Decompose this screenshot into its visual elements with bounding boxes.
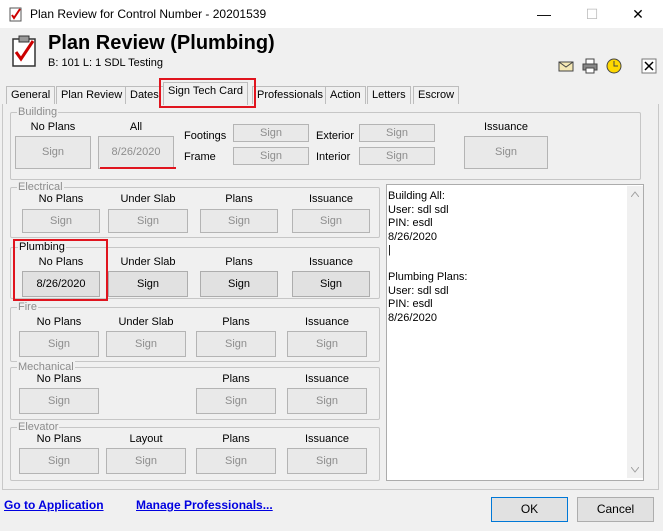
close-icon[interactable] [641,58,657,74]
fire-no-plans-sign-button[interactable]: Sign [19,331,99,357]
fire-plans-sign-button[interactable]: Sign [196,331,276,357]
building-no-plans-sign-button[interactable]: Sign [15,136,91,169]
maximize-button[interactable]: ☐ [569,0,615,28]
exterior-label: Exterior [316,130,354,142]
tab-escrow[interactable]: Escrow [413,86,460,104]
elevator-issuance-sign-button[interactable]: Sign [287,448,367,474]
tab-professionals[interactable]: Professionals [252,86,329,104]
go-to-application-link[interactable]: Go to Application [4,498,104,512]
scroll-down-icon[interactable] [631,467,639,473]
tab-dates[interactable]: Dates [125,86,164,104]
tab-letters[interactable]: Letters [367,86,411,104]
app-icon [9,7,22,22]
exterior-sign-button[interactable]: Sign [359,124,435,142]
close-window-button[interactable]: ✕ [615,0,661,28]
footings-label: Footings [184,130,227,142]
plumbing-under-slab-label: Under Slab [120,256,176,268]
fire-under-slab-label: Under Slab [118,316,174,328]
electrical-plans-sign-button[interactable]: Sign [200,209,278,233]
footings-sign-button[interactable]: Sign [233,124,309,142]
signature-notes-text: Building All: User: sdl sdl PIN: esdl 8/… [388,190,468,324]
manage-professionals-link[interactable]: Manage Professionals... [136,498,273,512]
fire-no-plans-label: No Plans [36,316,82,328]
mechanical-issuance-sign-button[interactable]: Sign [287,388,367,414]
plumbing-plans-label: Plans [225,256,253,268]
clock-icon[interactable] [606,58,622,74]
elevator-group-label: Elevator [17,421,60,433]
electrical-group-label: Electrical [17,181,64,193]
building-issuance-label: Issuance [483,121,529,133]
mechanical-group-label: Mechanical [17,361,75,373]
frame-sign-button[interactable]: Sign [233,147,309,165]
tab-general[interactable]: General [6,86,56,104]
minimize-button[interactable]: — [521,0,567,28]
highlight-box-tab [159,78,256,108]
elevator-plans-label: Plans [222,433,250,445]
fire-issuance-label: Issuance [304,316,350,328]
electrical-issuance-label: Issuance [308,193,354,205]
fire-issuance-sign-button[interactable]: Sign [287,331,367,357]
fire-under-slab-sign-button[interactable]: Sign [106,331,186,357]
electrical-no-plans-label: No Plans [38,193,84,205]
building-all-label: All [129,121,143,133]
page-title: Plan Review (Plumbing) [48,32,275,54]
elevator-plans-sign-button[interactable]: Sign [196,448,276,474]
electrical-plans-label: Plans [225,193,253,205]
fire-group-label: Fire [17,301,38,313]
cancel-button[interactable]: Cancel [577,497,654,522]
clipboard-check-icon [12,35,36,67]
interior-label: Interior [316,151,351,163]
page-subtitle: B: 101 L: 1 SDL Testing [48,57,163,69]
plumbing-under-slab-sign-button[interactable]: Sign [108,271,188,297]
elevator-no-plans-label: No Plans [36,433,82,445]
plumbing-issuance-label: Issuance [308,256,354,268]
ok-button[interactable]: OK [491,497,568,522]
electrical-under-slab-sign-button[interactable]: Sign [108,209,188,233]
elevator-layout-label: Layout [129,433,163,445]
electrical-no-plans-sign-button[interactable]: Sign [22,209,100,233]
plumbing-plans-sign-button[interactable]: Sign [200,271,278,297]
scroll-up-icon[interactable] [631,191,639,197]
building-group-label: Building [17,106,59,118]
elevator-no-plans-sign-button[interactable]: Sign [19,448,99,474]
mechanical-plans-sign-button[interactable]: Sign [196,388,276,414]
highlight-underline-building-all [100,167,176,169]
window-title: Plan Review for Control Number - 2020153… [30,7,267,21]
building-no-plans-label: No Plans [30,121,76,133]
highlight-box-plumbing [13,239,108,301]
mechanical-no-plans-label: No Plans [36,373,82,385]
tab-plan-review[interactable]: Plan Review [56,86,128,104]
electrical-issuance-sign-button[interactable]: Sign [292,209,370,233]
plumbing-issuance-sign-button[interactable]: Sign [292,271,370,297]
building-all-sign-button[interactable]: 8/26/2020 [98,136,174,169]
electrical-under-slab-label: Under Slab [120,193,176,205]
elevator-issuance-label: Issuance [304,433,350,445]
interior-sign-button[interactable]: Sign [359,147,435,165]
print-icon[interactable] [582,58,598,74]
mechanical-issuance-label: Issuance [304,373,350,385]
building-issuance-sign-button[interactable]: Sign [464,136,548,169]
mechanical-plans-label: Plans [222,373,250,385]
mail-icon[interactable] [558,58,574,74]
notes-scrollbar[interactable] [627,186,643,478]
fire-plans-label: Plans [222,316,250,328]
tab-action[interactable]: Action [325,86,366,104]
frame-label: Frame [184,151,216,163]
mechanical-no-plans-sign-button[interactable]: Sign [19,388,99,414]
elevator-layout-sign-button[interactable]: Sign [106,448,186,474]
